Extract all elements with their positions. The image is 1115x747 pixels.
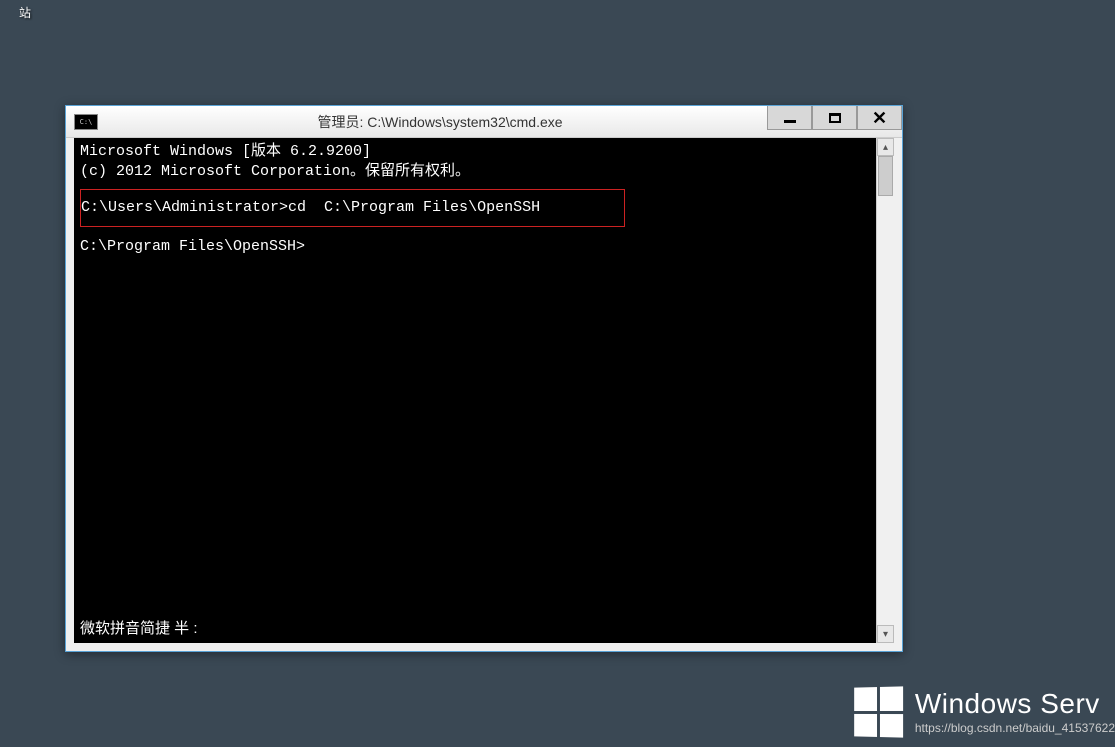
branding-text: Windows Serv https://blog.csdn.net/baidu… <box>915 689 1115 735</box>
terminal-line-version: Microsoft Windows [版本 6.2.9200] <box>80 142 870 162</box>
window-controls: ✕ <box>767 106 902 130</box>
scrollbar[interactable]: ▴ ▾ <box>876 138 894 643</box>
maximize-button[interactable] <box>812 106 857 130</box>
desktop-icon-label: 站 <box>0 4 50 21</box>
close-icon: ✕ <box>872 109 887 127</box>
windows-branding: Windows Serv https://blog.csdn.net/baidu… <box>853 687 1115 737</box>
scroll-up-button[interactable]: ▴ <box>877 138 894 156</box>
cmd-window: 管理员: C:\Windows\system32\cmd.exe ✕ Micro… <box>65 105 903 652</box>
branding-main: Windows Serv <box>915 689 1115 720</box>
scroll-track[interactable] <box>877 156 894 625</box>
minimize-button[interactable] <box>767 106 812 130</box>
branding-url: https://blog.csdn.net/baidu_41537622 <box>915 722 1115 735</box>
terminal-prompt-current: C:\Program Files\OpenSSH> <box>80 237 870 257</box>
cmd-icon <box>74 114 98 130</box>
desktop-icon-recycle-bin[interactable]: 站 <box>0 0 50 21</box>
ime-status: 微软拼音简捷 半 : <box>80 619 198 639</box>
maximize-icon <box>829 113 841 123</box>
terminal-content[interactable]: Microsoft Windows [版本 6.2.9200] (c) 2012… <box>74 138 876 643</box>
minimize-icon <box>784 120 796 123</box>
scroll-thumb[interactable] <box>878 156 893 196</box>
title-bar[interactable]: 管理员: C:\Windows\system32\cmd.exe ✕ <box>66 106 902 138</box>
terminal-line-copyright: (c) 2012 Microsoft Corporation。保留所有权利。 <box>80 162 870 182</box>
windows-logo-icon <box>854 686 903 737</box>
close-button[interactable]: ✕ <box>857 106 902 130</box>
scroll-down-button[interactable]: ▾ <box>877 625 894 643</box>
terminal-prompt-cd: C:\Users\Administrator>cd C:\Program Fil… <box>81 199 540 216</box>
terminal-area: Microsoft Windows [版本 6.2.9200] (c) 2012… <box>74 138 894 643</box>
highlighted-command: C:\Users\Administrator>cd C:\Program Fil… <box>80 189 625 227</box>
